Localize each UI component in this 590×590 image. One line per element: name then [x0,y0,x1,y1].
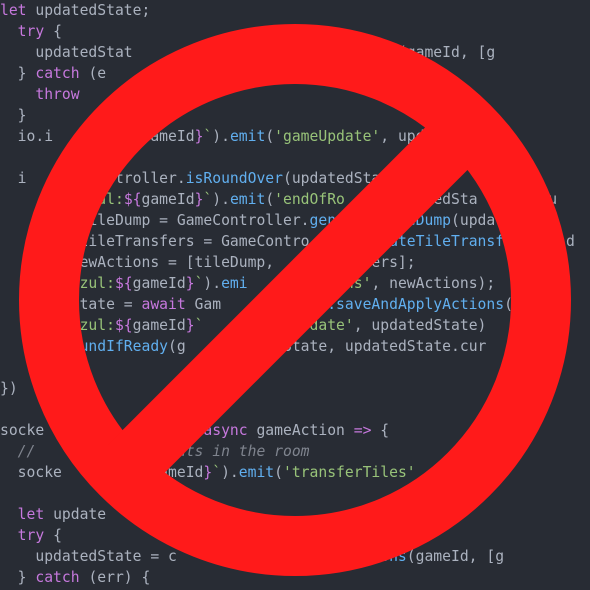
prohibition-sign-icon [19,24,571,576]
prohibition-slash [103,108,487,492]
